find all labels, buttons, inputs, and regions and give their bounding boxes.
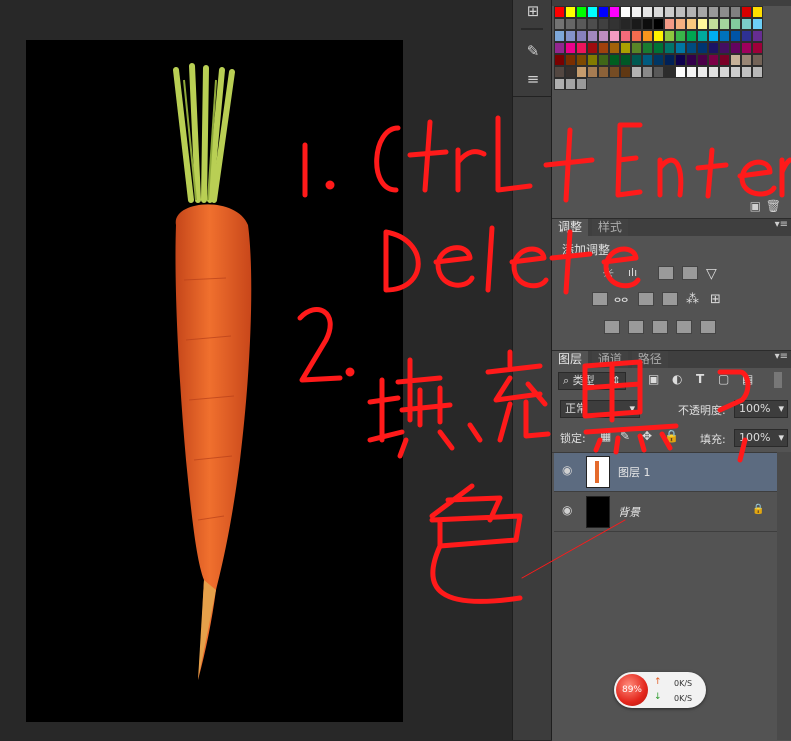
handwriting-overlay [297, 115, 791, 604]
